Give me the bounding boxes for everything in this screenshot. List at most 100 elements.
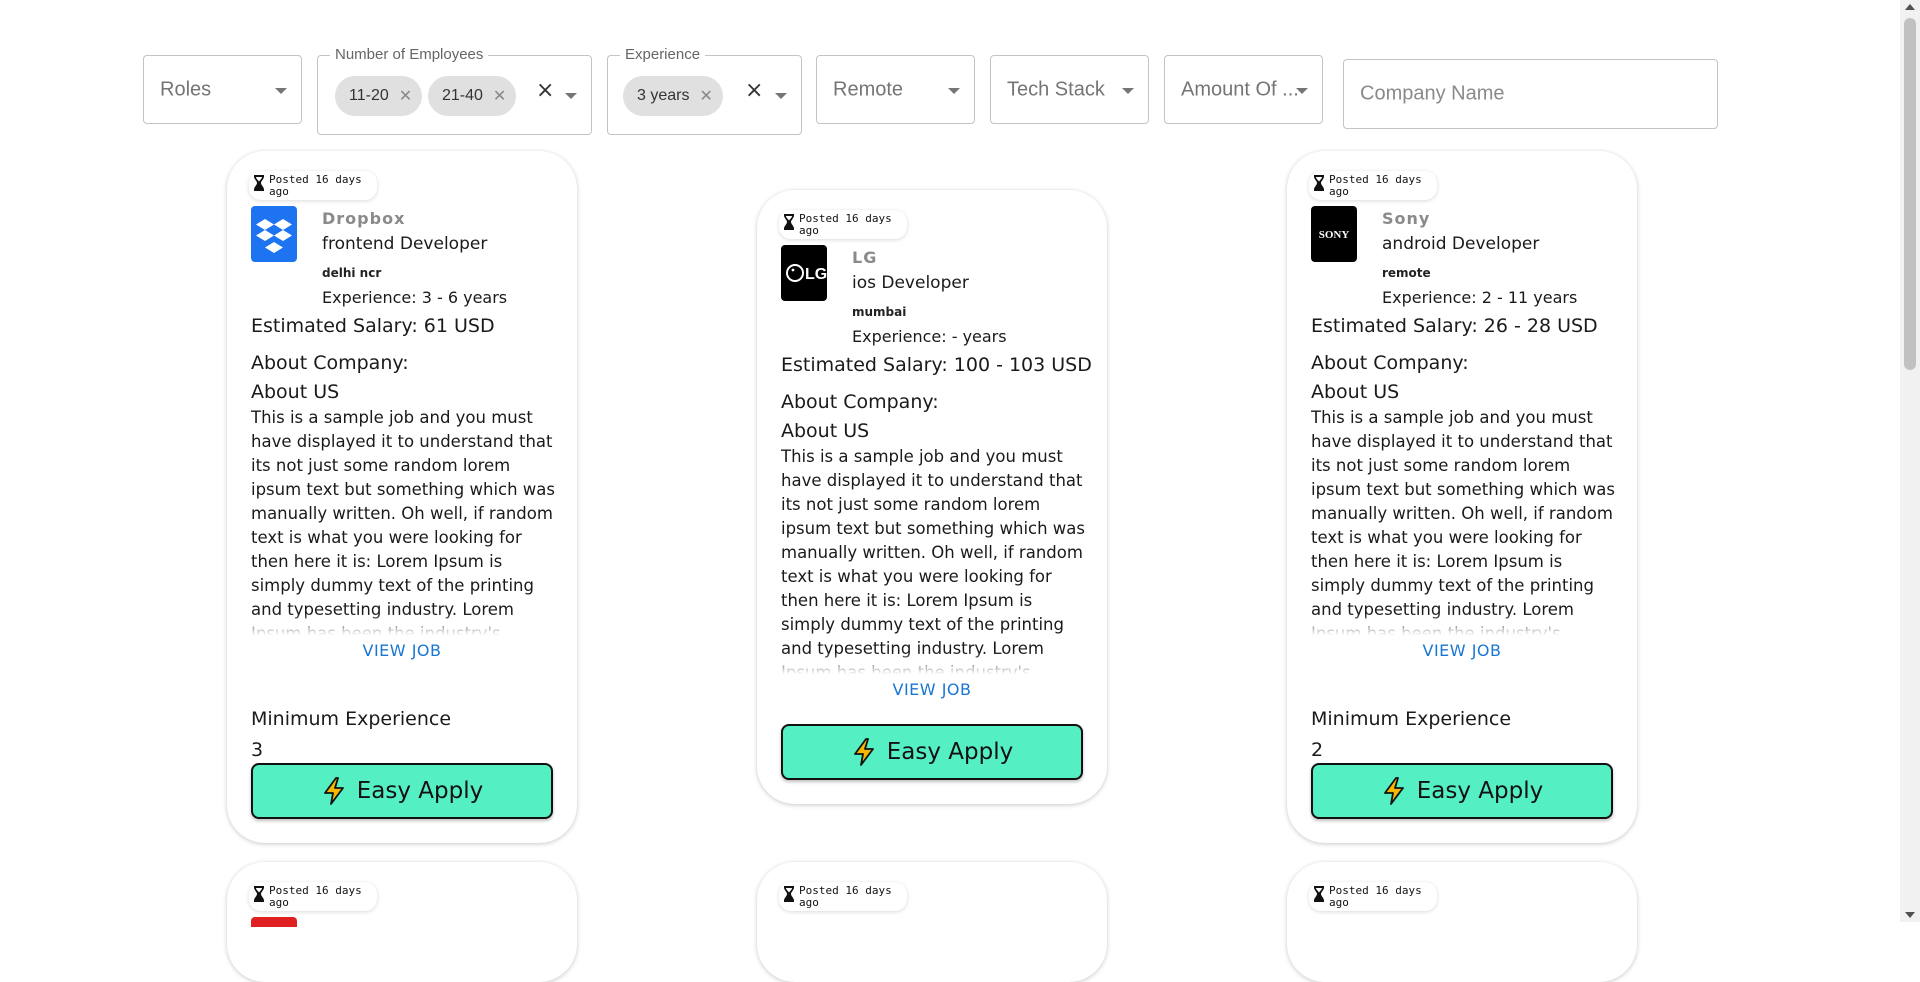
posted-badge: Posted 16 days ago bbox=[249, 171, 377, 200]
amount-placeholder: Amount Of ... bbox=[1181, 78, 1299, 100]
company-name: Sony bbox=[1382, 209, 1431, 228]
roles-placeholder: Roles bbox=[160, 78, 212, 100]
job-experience: Experience: 2 - 11 years bbox=[1382, 288, 1578, 307]
job-card: Posted 16 days ago bbox=[1287, 862, 1637, 982]
employees-select[interactable]: Number of Employees 11-20 ✕ 21-40 ✕ × bbox=[317, 46, 592, 135]
hourglass-icon bbox=[1314, 886, 1324, 902]
easy-apply-label: Easy Apply bbox=[356, 778, 484, 804]
posted-badge: Posted 16 days ago bbox=[779, 882, 907, 911]
min-experience-label: Minimum Experience bbox=[1311, 708, 1512, 730]
job-location: mumbai bbox=[852, 305, 907, 319]
chip-11-20[interactable]: 11-20 ✕ bbox=[335, 76, 423, 116]
about-company-heading: About Company: bbox=[1311, 352, 1469, 374]
hourglass-icon bbox=[784, 886, 794, 902]
chip-remove-icon[interactable]: ✕ bbox=[399, 86, 412, 106]
chevron-down-icon[interactable] bbox=[565, 93, 577, 99]
company-name-input[interactable]: Company Name bbox=[1343, 59, 1718, 129]
filter-bar: Roles Number of Employees 11-20 ✕ 21-40 … bbox=[0, 0, 1900, 140]
lightning-icon bbox=[853, 738, 874, 766]
page-scrollbar[interactable] bbox=[1900, 0, 1920, 922]
estimated-salary: Estimated Salary: 100 - 103 USD bbox=[781, 354, 1092, 376]
chip-label: 3 years bbox=[637, 87, 690, 104]
clear-icon[interactable]: × bbox=[745, 78, 763, 103]
description-fade bbox=[1307, 613, 1619, 638]
tech-stack-select[interactable]: Tech Stack bbox=[990, 55, 1149, 124]
hourglass-icon bbox=[784, 214, 794, 230]
min-experience-value: 3 bbox=[251, 739, 264, 761]
chevron-down-icon[interactable] bbox=[275, 87, 287, 94]
job-description: This is a sample job and you must have d… bbox=[251, 408, 556, 636]
job-description: This is a sample job and you must have d… bbox=[1311, 408, 1616, 636]
job-role: android Developer bbox=[1382, 234, 1540, 254]
tech-stack-placeholder: Tech Stack bbox=[1007, 78, 1105, 100]
job-card: Posted 16 days ago bbox=[757, 862, 1107, 982]
job-card: Posted 16 days ago bbox=[227, 862, 577, 982]
employees-label: Number of Employees bbox=[330, 46, 489, 63]
about-us-heading: About US bbox=[781, 420, 870, 442]
lg-logo-text: LG bbox=[805, 266, 827, 283]
easy-apply-button[interactable]: Easy Apply bbox=[1311, 763, 1613, 819]
dropbox-icon bbox=[256, 219, 292, 253]
posted-text: Posted 16 days ago bbox=[799, 212, 892, 237]
estimated-salary: Estimated Salary: 61 USD bbox=[251, 315, 495, 337]
company-name: LG bbox=[852, 248, 878, 267]
chip-remove-icon[interactable]: ✕ bbox=[699, 86, 712, 106]
view-job-link[interactable]: VIEW JOB bbox=[1287, 641, 1637, 660]
clear-icon[interactable]: × bbox=[536, 78, 554, 103]
chip-21-40[interactable]: 21-40 ✕ bbox=[428, 76, 517, 116]
about-us-heading: About US bbox=[251, 381, 340, 403]
lightning-icon bbox=[323, 777, 344, 805]
posted-badge: Posted 16 days ago bbox=[779, 210, 907, 239]
posted-badge: Posted 16 days ago bbox=[1309, 171, 1437, 200]
scroll-up-arrow-icon[interactable] bbox=[1905, 4, 1915, 10]
sony-icon: SONY bbox=[1319, 229, 1350, 241]
hourglass-icon bbox=[1314, 175, 1324, 191]
company-logo bbox=[251, 917, 297, 927]
posted-text: Posted 16 days ago bbox=[269, 884, 362, 909]
hourglass-icon bbox=[254, 175, 264, 191]
chip-label: 21-40 bbox=[442, 87, 483, 104]
posted-text: Posted 16 days ago bbox=[1329, 173, 1422, 198]
job-role: ios Developer bbox=[852, 273, 969, 293]
sony-logo-text: SONY bbox=[1319, 229, 1350, 241]
scrollbar-thumb[interactable] bbox=[1904, 18, 1916, 370]
chevron-down-icon[interactable] bbox=[1122, 87, 1134, 94]
roles-select[interactable]: Roles bbox=[143, 55, 302, 124]
easy-apply-label: Easy Apply bbox=[1416, 778, 1544, 804]
job-card-lg: Posted 16 days ago LG LG ios Developer m… bbox=[757, 190, 1107, 804]
scroll-down-arrow-icon[interactable] bbox=[1905, 912, 1915, 918]
chip-3-years[interactable]: 3 years ✕ bbox=[623, 76, 723, 116]
description-fade bbox=[777, 652, 1089, 677]
lg-icon: LG bbox=[786, 264, 827, 283]
job-experience: Experience: - years bbox=[852, 327, 1007, 346]
experience-select[interactable]: Experience 3 years ✕ × bbox=[607, 46, 802, 135]
about-us-heading: About US bbox=[1311, 381, 1400, 403]
job-card-dropbox: Posted 16 days ago Dropbox frontend Deve… bbox=[227, 151, 577, 843]
view-job-link[interactable]: VIEW JOB bbox=[227, 641, 577, 660]
easy-apply-label: Easy Apply bbox=[886, 739, 1014, 765]
chevron-down-icon[interactable] bbox=[1296, 87, 1308, 94]
dropbox-logo bbox=[251, 206, 297, 262]
view-job-link[interactable]: VIEW JOB bbox=[757, 680, 1107, 699]
job-description: This is a sample job and you must have d… bbox=[781, 447, 1086, 675]
chip-remove-icon[interactable]: ✕ bbox=[493, 86, 506, 106]
about-company-heading: About Company: bbox=[251, 352, 409, 374]
min-experience-value: 2 bbox=[1311, 739, 1324, 761]
job-card-sony: Posted 16 days ago SONY Sony android Dev… bbox=[1287, 151, 1637, 843]
job-location: delhi ncr bbox=[322, 266, 382, 280]
chevron-down-icon[interactable] bbox=[775, 93, 787, 99]
estimated-salary: Estimated Salary: 26 - 28 USD bbox=[1311, 315, 1598, 337]
chip-label: 11-20 bbox=[349, 87, 389, 104]
chevron-down-icon[interactable] bbox=[948, 87, 960, 94]
remote-select[interactable]: Remote bbox=[816, 55, 975, 124]
description-fade bbox=[247, 613, 559, 638]
min-experience-label: Minimum Experience bbox=[251, 708, 452, 730]
easy-apply-button[interactable]: Easy Apply bbox=[251, 763, 553, 819]
hourglass-icon bbox=[254, 886, 264, 902]
easy-apply-button[interactable]: Easy Apply bbox=[781, 724, 1083, 780]
sony-logo: SONY bbox=[1311, 206, 1357, 262]
amount-select[interactable]: Amount Of ... bbox=[1164, 55, 1323, 124]
posted-text: Posted 16 days ago bbox=[1329, 884, 1422, 909]
job-role: frontend Developer bbox=[322, 234, 488, 254]
company-name: Dropbox bbox=[322, 209, 406, 228]
